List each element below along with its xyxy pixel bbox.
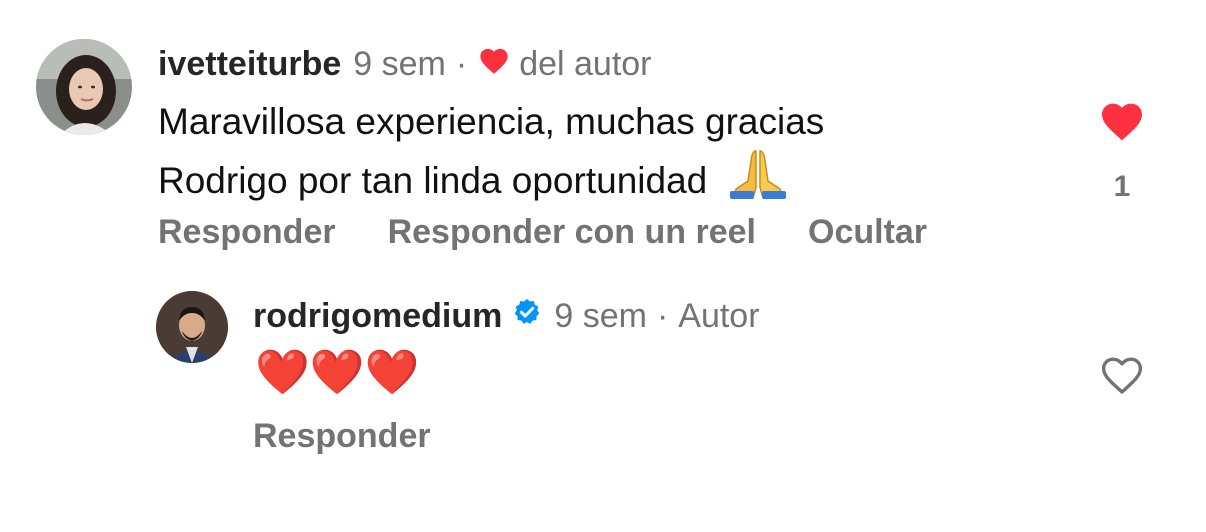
- avatar-image: [156, 291, 228, 363]
- separator-dot: ·: [455, 45, 468, 83]
- hide-button[interactable]: Ocultar: [808, 212, 927, 252]
- comment-text-line-1: Maravillosa experiencia, muchas gracias: [158, 101, 825, 142]
- like-button[interactable]: [1098, 352, 1146, 401]
- heart-filled-icon: [1102, 103, 1142, 141]
- comment-header: ivetteiturbe 9 sem · del autor: [158, 44, 652, 84]
- timestamp[interactable]: 9 sem: [554, 296, 647, 336]
- liked-by-author-label: del autor: [519, 45, 652, 83]
- like-button[interactable]: [1098, 98, 1146, 147]
- avatar-ivetteiturbe[interactable]: [36, 39, 132, 135]
- comment-text: Maravillosa experiencia, muchas gracias …: [158, 97, 824, 212]
- reply-with-reel-button[interactable]: Responder con un reel: [388, 212, 756, 252]
- comment-text: ❤️❤️❤️: [255, 348, 420, 397]
- reply-button[interactable]: Responder: [253, 416, 431, 456]
- comment-text-line-2-content: Rodrigo por tan linda oportunidad: [158, 160, 708, 201]
- timestamp[interactable]: 9 sem: [353, 44, 446, 84]
- reply-button[interactable]: Responder: [158, 212, 336, 252]
- avatar-image: [36, 39, 132, 135]
- separator-dot: ·: [656, 297, 669, 335]
- avatar-rodrigomedium[interactable]: [156, 291, 228, 363]
- comment-actions: Responder: [253, 416, 431, 456]
- username[interactable]: rodrigomedium: [253, 296, 502, 336]
- praying-hands-emoji: [728, 147, 788, 212]
- verified-badge-icon: [512, 296, 542, 336]
- heart-filled-icon: [477, 44, 511, 84]
- username[interactable]: ivetteiturbe: [158, 44, 341, 84]
- comment-text-line-2: Rodrigo por tan linda oportunidad: [158, 147, 824, 212]
- comment-actions: Responder Responder con un reel Ocultar: [158, 212, 927, 252]
- author-badge: Autor: [678, 297, 760, 335]
- like-count[interactable]: 1: [1102, 170, 1142, 204]
- comment-header: rodrigomedium 9 sem · Autor: [253, 296, 760, 336]
- heart-outline-icon: [1101, 357, 1143, 394]
